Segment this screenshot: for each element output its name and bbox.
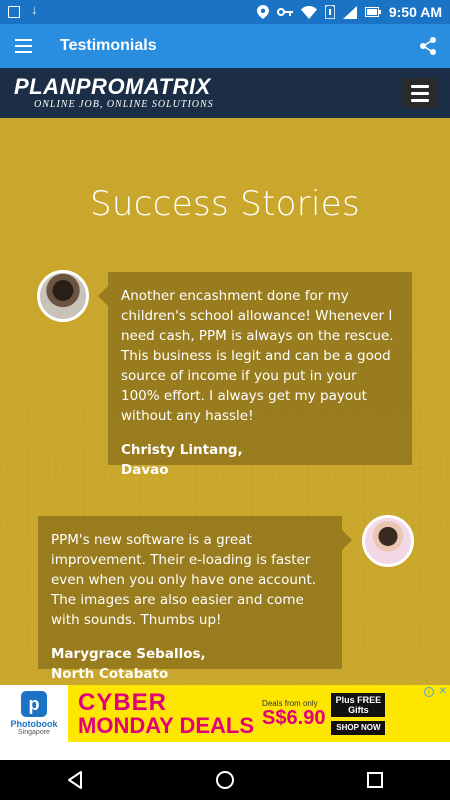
- clock: 9:50 AM: [388, 4, 442, 20]
- back-icon[interactable]: [55, 760, 95, 800]
- app-title: Testimonials: [60, 37, 157, 54]
- testimonial-author: Marygrace Seballos, North Cotabato: [51, 646, 206, 682]
- testimonial-quote: PPM's new software is a great improvemen…: [51, 532, 317, 628]
- testimonials-section: Success Stories Another encashment done …: [0, 118, 450, 685]
- wifi-icon: [300, 5, 317, 19]
- share-icon[interactable]: [418, 36, 438, 56]
- battery-icon: [364, 7, 381, 17]
- site-menu-button[interactable]: [402, 78, 438, 108]
- testimonial-author: Christy Lintang, Davao: [121, 442, 243, 478]
- ad-info-icon[interactable]: i: [424, 687, 434, 697]
- ad-headline: CYBER MONDAY DEALS: [78, 688, 255, 738]
- signal-icon: [342, 5, 357, 19]
- ad-banner[interactable]: p Photobook Singapore CYBER MONDAY DEALS…: [0, 685, 450, 742]
- ad-shop-now-button[interactable]: SHOP NOW: [331, 720, 386, 735]
- photobook-icon: p: [21, 691, 47, 717]
- download-notification-icon: [30, 2, 42, 18]
- avatar: [37, 270, 89, 322]
- testimonial-card: Another encashment done for my children'…: [98, 272, 412, 478]
- testimonial-quote: Another encashment done for my children'…: [121, 288, 394, 424]
- recents-icon[interactable]: [355, 760, 395, 800]
- screen: 9:50 AM Testimonials PLANPROMATRIX ONLIN…: [0, 0, 450, 800]
- testimonial-card: PPM's new software is a great improvemen…: [38, 516, 352, 682]
- image-notification-icon: [8, 6, 20, 18]
- avatar: [362, 515, 414, 567]
- ad-close-icon[interactable]: ✕: [439, 686, 447, 697]
- logo-main-text: PLANPROMATRIX: [14, 74, 211, 99]
- section-title: Success Stories: [90, 184, 360, 224]
- ad-brand-logo[interactable]: p Photobook Singapore: [0, 685, 68, 742]
- system-nav-bar: [0, 760, 450, 800]
- site-header: PLANPROMATRIX ONLINE JOB, ONLINE SOLUTIO…: [0, 68, 450, 118]
- key-icon: [276, 8, 293, 16]
- ad-price: Deals from only S$6.90: [262, 698, 326, 729]
- sim-icon: [324, 5, 335, 19]
- status-bar: 9:50 AM: [0, 0, 450, 24]
- logo-tagline: ONLINE JOB, ONLINE SOLUTIONS: [34, 99, 214, 110]
- site-logo[interactable]: PLANPROMATRIX ONLINE JOB, ONLINE SOLUTIO…: [14, 76, 214, 110]
- app-bar: Testimonials: [0, 24, 450, 68]
- hamburger-icon[interactable]: [0, 24, 46, 68]
- home-icon[interactable]: [205, 760, 245, 800]
- ad-plus-gifts: Plus FREE Gifts: [331, 692, 386, 717]
- location-icon: [256, 5, 269, 19]
